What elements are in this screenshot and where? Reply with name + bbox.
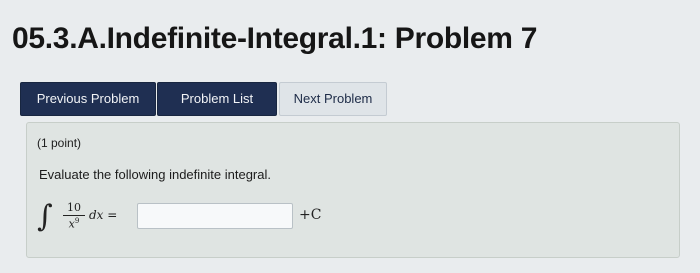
fraction-denominator: x9 [63,216,85,231]
problem-list-button[interactable]: Problem List [157,82,277,116]
differential-label: dx = [89,208,118,222]
integrand-fraction: 10 x9 [63,201,85,231]
fraction-numerator: 10 [63,201,85,216]
page-title: 05.3.A.Indefinite-Integral.1: Problem 7 [12,22,538,55]
constant-label: +C [299,207,322,223]
answer-input[interactable] [137,203,293,229]
denominator-exponent: 9 [74,217,80,225]
previous-problem-button[interactable]: Previous Problem [20,82,156,116]
problem-prompt: Evaluate the following indefinite integr… [39,167,271,182]
integral-sign: ∫ [37,199,53,234]
problem-panel: (1 point) Evaluate the following indefin… [26,122,680,258]
point-value: (1 point) [37,136,82,150]
next-problem-button[interactable]: Next Problem [279,82,387,116]
